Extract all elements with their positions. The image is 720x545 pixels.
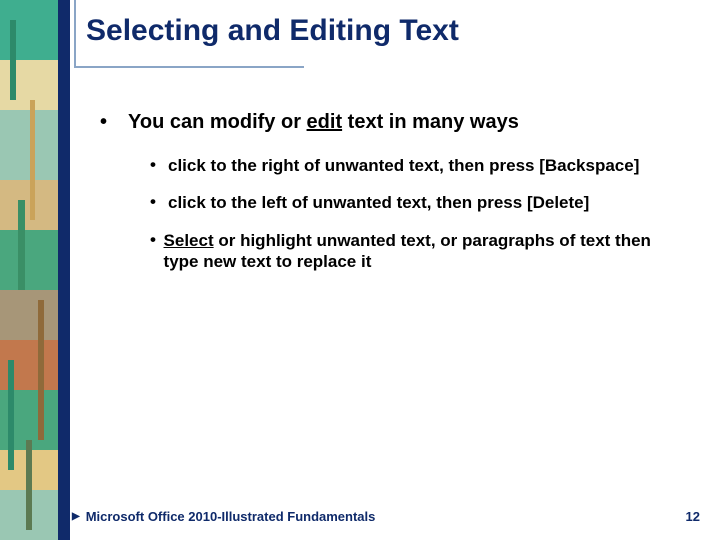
- bullet-level2-text: click to the right of unwanted text, the…: [168, 155, 639, 176]
- bullet-level2-group: • click to the right of unwanted text, t…: [150, 155, 690, 272]
- bullet-marker: •: [150, 230, 164, 250]
- bullet-level2-text: Select or highlight unwanted text, or pa…: [164, 230, 690, 273]
- footer-left: ▶ Microsoft Office 2010-Illustrated Fund…: [70, 509, 375, 524]
- slide-body: • You can modify or edit text in many wa…: [100, 110, 690, 288]
- paint-texture: [0, 0, 58, 540]
- slide-content: Selecting and Editing Text • You can mod…: [70, 0, 720, 540]
- footer-text: Microsoft Office 2010-Illustrated Fundam…: [86, 509, 376, 524]
- slide-footer: ▶ Microsoft Office 2010-Illustrated Fund…: [70, 509, 700, 524]
- bullet-level1: • You can modify or edit text in many wa…: [100, 110, 690, 135]
- bullet-marker: •: [150, 192, 168, 212]
- bullet-level2-text: click to the left of unwanted text, then…: [168, 192, 589, 213]
- page-number: 12: [686, 509, 700, 524]
- decorative-sidebar: [0, 0, 58, 540]
- sidebar-accent-bar: [58, 0, 70, 540]
- text-span: click to the left of unwanted text, then…: [168, 193, 589, 212]
- title-rule-vertical: [74, 0, 76, 66]
- text-span: text in many ways: [342, 111, 519, 133]
- text-span: or highlight unwanted text, or paragraph…: [164, 231, 651, 271]
- bullet-level1-text: You can modify or edit text in many ways: [128, 110, 519, 135]
- underlined-span: edit: [307, 111, 343, 133]
- slide-title: Selecting and Editing Text: [86, 14, 459, 48]
- footer-arrow-icon: ▶: [72, 511, 80, 522]
- bullet-marker: •: [100, 110, 128, 134]
- underlined-span: Select: [164, 231, 214, 250]
- text-span: click to the right of unwanted text, the…: [168, 156, 639, 175]
- title-rule-horizontal: [74, 66, 304, 68]
- bullet-level2: • click to the right of unwanted text, t…: [150, 155, 690, 176]
- text-span: You can modify or: [128, 111, 307, 133]
- bullet-level2: • Select or highlight unwanted text, or …: [150, 230, 690, 273]
- bullet-level2: • click to the left of unwanted text, th…: [150, 192, 690, 213]
- bullet-marker: •: [150, 155, 168, 175]
